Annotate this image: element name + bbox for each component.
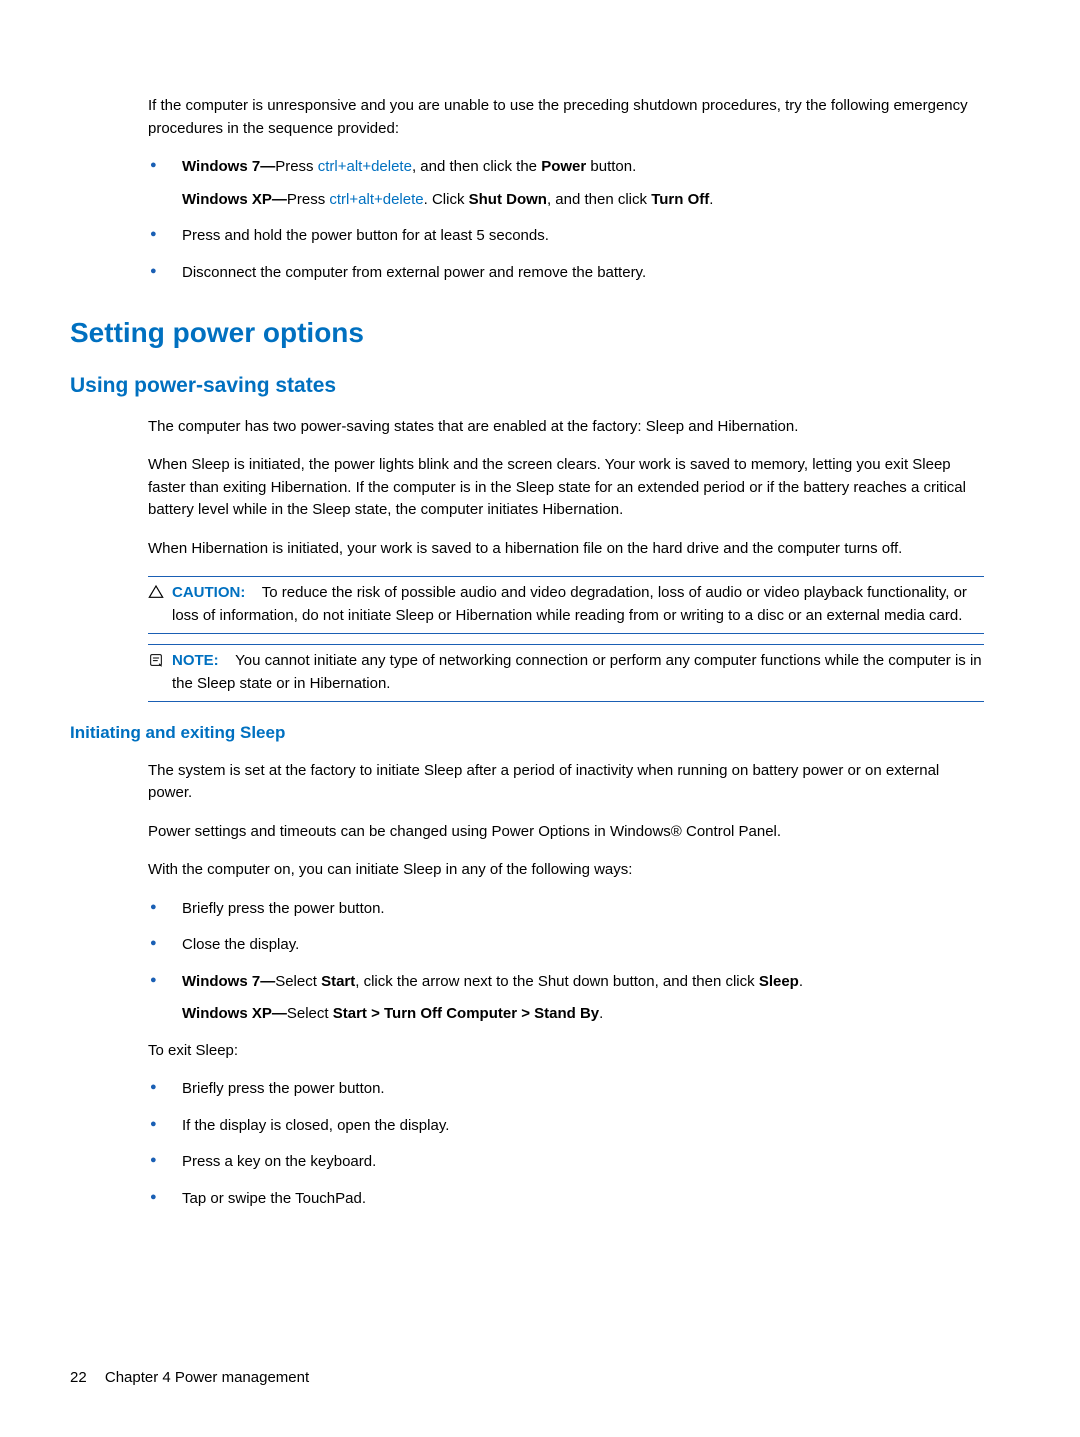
paragraph: Power settings and timeouts can be chang…: [148, 821, 984, 844]
text: , and then click: [547, 191, 651, 208]
paragraph: The computer has two power-saving states…: [148, 416, 984, 439]
emergency-procedures-list: Windows 7—Press ctrl+alt+delete, and the…: [148, 156, 984, 284]
page-number: 22: [70, 1367, 87, 1390]
start-label: Start: [321, 973, 355, 990]
paragraph: The system is set at the factory to init…: [148, 760, 984, 805]
text: Select: [275, 973, 321, 990]
list-item: Briefly press the power button.: [148, 898, 984, 921]
text: . Click: [424, 191, 469, 208]
os-label-xp: Windows XP—: [182, 191, 287, 208]
heading-setting-power-options: Setting power options: [70, 312, 984, 354]
note-body: You cannot initiate any type of networki…: [172, 652, 982, 692]
text: , click the arrow next to the Shut down …: [355, 973, 759, 990]
os-label-win7: Windows 7—: [182, 158, 275, 175]
chapter-label: Chapter 4 Power management: [105, 1369, 309, 1386]
note-callout: NOTE: You cannot initiate any type of ne…: [148, 644, 984, 702]
list-item: Windows 7—Select Start, click the arrow …: [148, 971, 984, 1026]
list-item: Disconnect the computer from external po…: [148, 262, 984, 285]
intro-paragraph: If the computer is unresponsive and you …: [148, 95, 984, 140]
exit-sleep-list: Briefly press the power button. If the d…: [148, 1078, 984, 1210]
list-item: Briefly press the power button.: [148, 1078, 984, 1101]
initiate-sleep-list: Briefly press the power button. Close th…: [148, 898, 984, 1026]
text: , and then click the: [412, 158, 541, 175]
note-label: NOTE:: [172, 652, 219, 669]
page-footer: 22 Chapter 4 Power management: [70, 1367, 309, 1390]
key-combo: ctrl+alt+delete: [318, 158, 412, 175]
note-icon: [148, 650, 172, 676]
paragraph: When Sleep is initiated, the power light…: [148, 454, 984, 522]
heading-using-power-saving-states: Using power-saving states: [70, 370, 984, 402]
text: Select: [287, 1005, 333, 1022]
list-item: Press and hold the power button for at l…: [148, 225, 984, 248]
xp-path: Start > Turn Off Computer > Stand By: [333, 1005, 599, 1022]
power-label: Power: [541, 158, 586, 175]
shutdown-label: Shut Down: [469, 191, 547, 208]
text: .: [599, 1005, 603, 1022]
list-item: Windows 7—Press ctrl+alt+delete, and the…: [148, 156, 984, 211]
list-item: Press a key on the keyboard.: [148, 1151, 984, 1174]
caution-body: To reduce the risk of possible audio and…: [172, 584, 967, 624]
list-item: Tap or swipe the TouchPad.: [148, 1188, 984, 1211]
caution-callout: CAUTION: To reduce the risk of possible …: [148, 576, 984, 634]
text: Press: [275, 158, 318, 175]
text: button.: [586, 158, 636, 175]
caution-label: CAUTION:: [172, 584, 245, 601]
text: Press: [287, 191, 330, 208]
list-item: If the display is closed, open the displ…: [148, 1115, 984, 1138]
key-combo: ctrl+alt+delete: [329, 191, 423, 208]
sleep-label: Sleep: [759, 973, 799, 990]
paragraph: When Hibernation is initiated, your work…: [148, 538, 984, 561]
turnoff-label: Turn Off: [651, 191, 709, 208]
paragraph: With the computer on, you can initiate S…: [148, 859, 984, 882]
os-label-xp: Windows XP—: [182, 1005, 287, 1022]
paragraph: To exit Sleep:: [148, 1040, 984, 1063]
caution-icon: [148, 582, 172, 608]
text: .: [799, 973, 803, 990]
heading-initiating-exiting-sleep: Initiating and exiting Sleep: [70, 720, 984, 746]
os-label-win7: Windows 7—: [182, 973, 275, 990]
text: .: [709, 191, 713, 208]
list-item: Close the display.: [148, 934, 984, 957]
